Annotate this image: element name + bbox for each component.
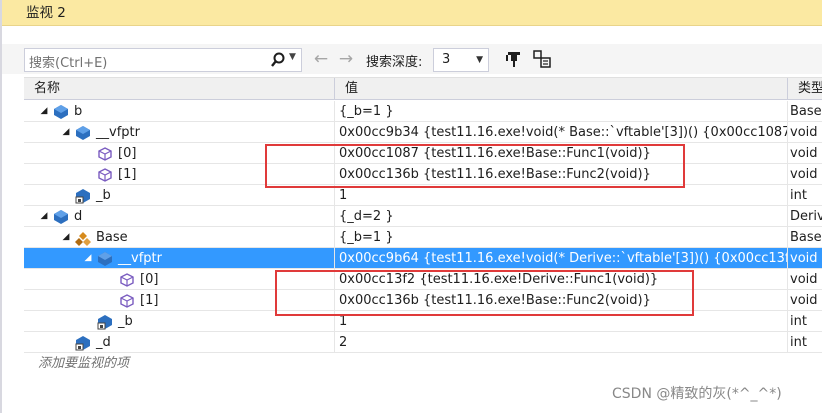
watch-name-cell[interactable]: ◢ d [24, 206, 335, 227]
value-icon [98, 168, 112, 182]
watch-name-cell[interactable]: _b [24, 185, 335, 206]
column-header-name[interactable]: 名称 [24, 78, 335, 100]
watch-name-label: __vfptr [96, 125, 140, 140]
base-class-icon [75, 232, 91, 246]
watch-type-cell: int [788, 332, 822, 353]
watch-type-cell: void [788, 164, 822, 185]
watch-type-cell: void [788, 248, 822, 269]
watch-row[interactable]: ◢ b {_b=1 } Base [24, 101, 822, 122]
watch-row[interactable]: ◢ __vfptr 0x00cc9b34 {test11.16.exe!void(*… [24, 122, 822, 143]
watch-type-cell: void [788, 269, 822, 290]
search-input[interactable]: 搜索(Ctrl+E) ▼ [24, 48, 302, 72]
value-icon [120, 294, 134, 308]
watch-type-cell: void [788, 290, 822, 311]
watch-name-label: _b [96, 188, 111, 203]
pin-icon[interactable] [504, 49, 524, 69]
watch-window: 监视 2 搜索(Ctrl+E) ▼ ← → 搜索深度: 3 ▼ 名称 值 类型 … [0, 0, 822, 413]
watch-name-label: _b [118, 314, 133, 329]
search-placeholder: 搜索(Ctrl+E) [29, 56, 108, 71]
watch-name-cell[interactable]: _d [24, 332, 335, 353]
watch-name-label: _d [96, 335, 111, 350]
watch-value-cell[interactable]: 0x00cc9b34 {test11.16.exe!void(* Base::`… [335, 122, 788, 143]
object-icon [98, 252, 112, 266]
private-field-icon [97, 315, 112, 330]
watch-type-cell: int [788, 185, 822, 206]
search-next-icon[interactable]: → [335, 48, 357, 70]
value-icon [98, 147, 112, 161]
chevron-down-icon: ▼ [476, 55, 483, 65]
object-icon [54, 105, 68, 119]
watch-name-label: [1] [140, 293, 159, 308]
watch-value-cell[interactable]: 2 [335, 332, 788, 353]
watch-type-cell: int [788, 311, 822, 332]
private-field-icon [75, 336, 90, 351]
annotation-box-derive-vtable [275, 270, 694, 316]
view-format-icon[interactable] [532, 49, 552, 69]
object-icon [54, 210, 68, 224]
collapse-triangle-icon[interactable]: ◢ [38, 206, 50, 226]
search-depth-value: 3 [442, 52, 451, 67]
column-header: 名称 值 类型 [24, 77, 822, 100]
add-watch-item[interactable]: 添加要监视的项 [24, 353, 335, 374]
search-previous-icon[interactable]: ← [310, 48, 332, 70]
object-icon [76, 126, 90, 140]
window-title[interactable]: 监视 2 [2, 0, 822, 26]
watch-name-label: Base [96, 230, 128, 245]
watch-name-label: b [74, 104, 83, 119]
collapse-triangle-icon[interactable]: ◢ [82, 248, 94, 268]
watch-name-label: [0] [140, 272, 159, 287]
search-depth-select[interactable]: 3 ▼ [433, 48, 489, 72]
watch-value-cell[interactable]: 1 [335, 185, 788, 206]
toolbar: 搜索(Ctrl+E) ▼ ← → 搜索深度: 3 ▼ [2, 44, 822, 74]
watch-value-cell[interactable]: {_b=1 } [335, 227, 788, 248]
watch-type-cell: Base [788, 101, 822, 122]
column-header-type[interactable]: 类型 [788, 78, 822, 100]
watch-name-cell[interactable]: ◢ __vfptr [24, 122, 335, 143]
watch-value-cell[interactable]: 0x00cc9b64 {test11.16.exe!void(* Derive:… [335, 248, 788, 269]
private-field-icon [75, 189, 90, 204]
watermark: CSDN @精致的灰(*^_^*) [612, 386, 782, 402]
watch-name-label: __vfptr [118, 251, 162, 266]
watch-type-cell: void [788, 143, 822, 164]
search-icon[interactable] [269, 51, 287, 69]
watch-row[interactable]: ◢d{_d=2 }Derive [24, 206, 822, 227]
watch-name-cell[interactable]: ◢ b [24, 101, 335, 122]
column-header-value[interactable]: 值 [335, 78, 788, 100]
watch-row[interactable]: ◢ Base {_b=1 } Base [24, 227, 822, 248]
watch-type-cell: Base [788, 227, 822, 248]
watch-type-cell: Derive [788, 206, 822, 227]
watch-value-cell[interactable]: {_d=2 } [335, 206, 788, 227]
watch-row[interactable]: ◢ __vfptr 0x00cc9b64 {test11.16.exe!void(*… [24, 248, 822, 269]
watch-name-cell[interactable]: ◢ Base [24, 227, 335, 248]
watch-name-label: [0] [118, 146, 137, 161]
watch-value-cell[interactable]: {_b=1 } [335, 101, 788, 122]
watch-name-label: d [74, 209, 83, 224]
collapse-triangle-icon[interactable]: ◢ [38, 101, 50, 121]
watch-name-cell[interactable]: ◢ __vfptr [24, 248, 335, 269]
collapse-triangle-icon[interactable]: ◢ [60, 227, 72, 247]
watch-name-label: [1] [118, 167, 137, 182]
watch-row[interactable]: _b 1 int [24, 185, 822, 206]
search-options-dropdown-icon[interactable]: ▼ [289, 52, 296, 62]
search-depth-label: 搜索深度: [366, 55, 423, 70]
watch-type-cell: void [788, 122, 822, 143]
watch-row[interactable]: _d 2 int [24, 332, 822, 353]
annotation-box-base-vtable [265, 144, 685, 188]
collapse-triangle-icon[interactable]: ◢ [60, 122, 72, 142]
value-icon [120, 273, 134, 287]
